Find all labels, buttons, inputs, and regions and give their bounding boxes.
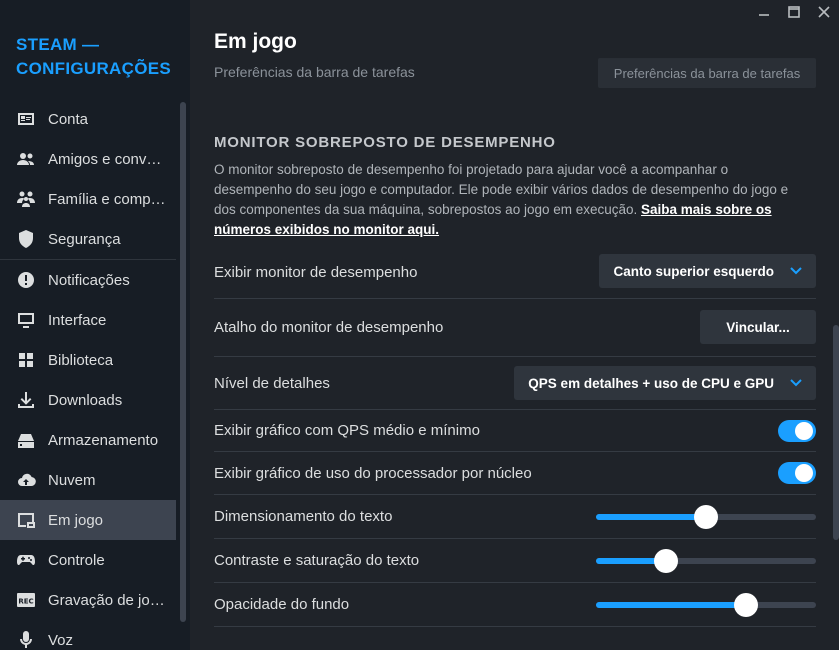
detail-level-row: Nível de detalhes QPS em detalhes + uso … <box>214 357 816 410</box>
maximize-icon <box>788 6 800 18</box>
close-button[interactable] <box>809 0 839 24</box>
sidebar-item-amigos[interactable]: Amigos e conversas <box>0 139 176 179</box>
page-title: Em jogo <box>214 30 297 53</box>
text-scale-row: Dimensionamento do texto <box>214 495 816 539</box>
sidebar-item-label: Downloads <box>48 391 123 409</box>
maximize-button[interactable] <box>779 0 809 24</box>
sidebar-item-voz[interactable]: Voz <box>0 620 176 650</box>
sidebar-item-label: Biblioteca <box>48 351 114 369</box>
show-monitor-label: Exibir monitor de desempenho <box>214 263 418 281</box>
cloud-icon <box>16 470 36 490</box>
slider-thumb[interactable] <box>654 549 678 573</box>
sidebar-item-conta[interactable]: Conta <box>0 99 176 139</box>
toggle-knob <box>795 464 813 482</box>
sidebar-item-armazenamento[interactable]: Armazenamento <box>0 420 176 460</box>
sidebar-item-label: Gravação de jogos <box>48 591 168 609</box>
detail-level-label: Nível de detalhes <box>214 374 330 392</box>
sidebar-item-label: Amigos e conversas <box>48 150 168 168</box>
monitor-icon <box>16 310 36 330</box>
sidebar-item-label: Conta <box>48 110 89 128</box>
slider-thumb[interactable] <box>694 505 718 529</box>
cpu-graph-toggle[interactable] <box>778 462 816 484</box>
app-brand: STEAM — CONFIGURAÇÕES <box>16 33 176 81</box>
show-monitor-dropdown[interactable]: Canto superior esquerdo <box>599 254 816 288</box>
sidebar-item-família[interactable]: Família e compartilhamento <box>0 179 176 219</box>
sidebar-item-label: Nuvem <box>48 471 96 489</box>
sidebar-item-gravação[interactable]: REC Gravação de jogos <box>0 580 176 620</box>
sidebar-item-label: Armazenamento <box>48 431 159 449</box>
sidebar-item-em[interactable]: Em jogo <box>0 500 176 540</box>
section-description: O monitor sobreposto de desempenho foi p… <box>214 160 804 240</box>
friends-icon <box>16 149 36 169</box>
text-scale-slider[interactable] <box>596 504 816 529</box>
background-opacity-slider[interactable] <box>596 592 816 617</box>
sidebar-item-label: Notificações <box>48 271 130 289</box>
detail-level-value: QPS em detalhes + uso de CPU e GPU <box>528 375 774 391</box>
slider-thumb[interactable] <box>734 593 758 617</box>
fps-graph-row: Exibir gráfico com QPS médio e mínimo <box>214 410 816 452</box>
section-title: MONITOR SOBREPOSTO DE DESEMPENHO <box>214 134 556 151</box>
gamepad-icon <box>16 550 36 570</box>
taskbar-preferences-button[interactable]: Preferências da barra de tarefas <box>598 58 816 88</box>
slider-fill <box>596 602 746 608</box>
text-contrast-slider[interactable] <box>596 548 816 573</box>
text-contrast-row: Contraste e saturação do texto <box>214 539 816 583</box>
settings-panel: Preferências da barra de tarefas Preferê… <box>190 0 839 650</box>
background-opacity-row: Opacidade do fundo <box>214 583 816 627</box>
shortcut-label: Atalho do monitor de desempenho <box>214 319 444 336</box>
chevron-down-icon <box>790 267 802 275</box>
shortcut-row: Atalho do monitor de desempenho Vincular… <box>214 299 816 357</box>
detail-level-dropdown[interactable]: QPS em detalhes + uso de CPU e GPU <box>514 366 816 400</box>
cpu-graph-label: Exibir gráfico de uso do processador por… <box>214 464 532 482</box>
toggle-knob <box>795 422 813 440</box>
sidebar-item-controle[interactable]: Controle <box>0 540 176 580</box>
minimize-icon <box>759 14 769 16</box>
sidebar-item-label: Interface <box>48 311 107 329</box>
family-icon <box>16 189 36 209</box>
text-scale-label: Dimensionamento do texto <box>214 508 393 525</box>
download-icon <box>16 390 36 410</box>
shield-icon <box>16 229 36 249</box>
sidebar-item-interface[interactable]: Interface <box>0 300 176 340</box>
sidebar-item-biblioteca[interactable]: Biblioteca <box>0 340 176 380</box>
close-icon <box>818 6 830 18</box>
text-contrast-label: Contraste e saturação do texto <box>214 552 420 569</box>
sidebar-nav: Conta Amigos e conversas Família e compart… <box>0 99 176 650</box>
taskbar-preferences-row: Preferências da barra de tarefas Preferê… <box>214 58 816 88</box>
sidebar-item-label: Família e compartilhamento <box>48 190 168 208</box>
show-monitor-value: Canto superior esquerdo <box>613 263 774 279</box>
sidebar-item-downloads[interactable]: Downloads <box>0 380 176 420</box>
sidebar-item-label: Em jogo <box>48 511 104 529</box>
sidebar-item-label: Voz <box>48 631 74 649</box>
rec-icon: REC <box>16 590 36 610</box>
sidebar-item-notificações[interactable]: Notificações <box>0 260 176 300</box>
taskbar-preferences-label: Preferências da barra de tarefas <box>214 64 415 80</box>
sidebar-item-segurança[interactable]: Segurança <box>0 219 176 259</box>
brand-line-2: CONFIGURAÇÕES <box>16 59 172 78</box>
fps-graph-label: Exibir gráfico com QPS médio e mínimo <box>214 422 480 439</box>
grid-icon <box>16 350 36 370</box>
sidebar-item-label: Segurança <box>48 230 121 248</box>
svg-text:REC: REC <box>18 598 33 606</box>
cpu-graph-row: Exibir gráfico de uso do processador por… <box>214 452 816 495</box>
microphone-icon <box>16 630 36 650</box>
account-card-icon <box>16 109 36 129</box>
alert-icon <box>16 270 36 290</box>
sidebar-scrollbar[interactable] <box>180 102 186 622</box>
settings-sidebar: STEAM — CONFIGURAÇÕES Conta Amigos e conv… <box>0 0 190 650</box>
brand-line-1: STEAM — <box>16 35 100 54</box>
fps-graph-toggle[interactable] <box>778 420 816 442</box>
minimize-button[interactable] <box>749 0 779 24</box>
slider-fill <box>596 514 706 520</box>
bind-shortcut-button[interactable]: Vincular... <box>700 310 816 344</box>
window-controls <box>749 0 839 24</box>
show-monitor-row: Exibir monitor de desempenho Canto super… <box>214 246 816 299</box>
storage-icon <box>16 430 36 450</box>
chevron-down-icon <box>790 379 802 387</box>
main-scrollbar[interactable] <box>833 325 839 540</box>
sidebar-item-nuvem[interactable]: Nuvem <box>0 460 176 500</box>
background-opacity-label: Opacidade do fundo <box>214 596 350 613</box>
sidebar-item-label: Controle <box>48 551 105 569</box>
ingame-icon <box>16 510 36 530</box>
